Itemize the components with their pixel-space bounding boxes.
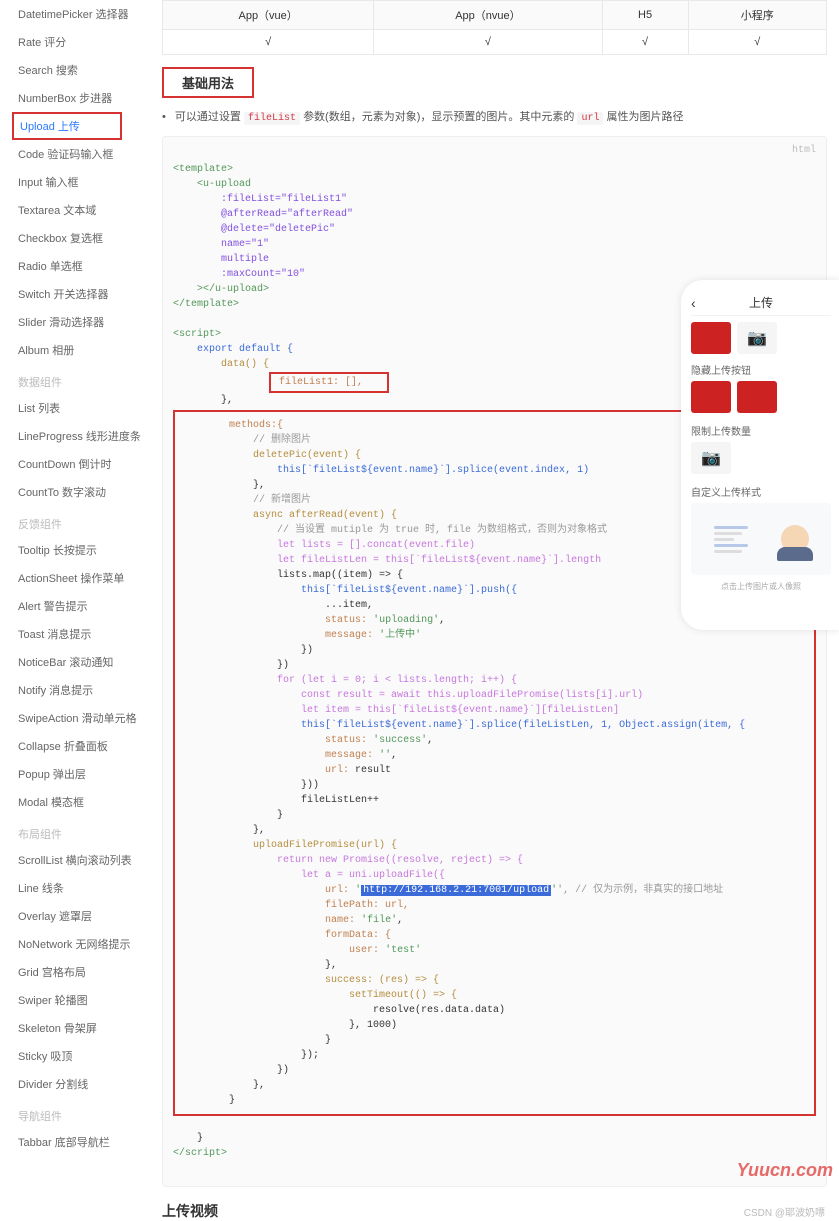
table-header: App（vue） [163,1,374,30]
sidebar-item[interactable]: ActionSheet 操作菜单 [18,564,150,592]
sidebar-item[interactable]: Switch 开关选择器 [18,280,150,308]
phone-label-hide: 隐藏上传按钮 [691,362,831,377]
upload-add-button[interactable]: 📷 [691,442,731,474]
sidebar-item[interactable]: DatetimePicker 选择器 [18,0,150,28]
sidebar-item[interactable]: Line 线条 [18,874,150,902]
sidebar-item[interactable]: Rate 评分 [18,28,150,56]
sidebar-heading: 导航组件 [18,1098,150,1128]
sidebar-item[interactable]: List 列表 [18,394,150,422]
sidebar-item[interactable]: Input 输入框 [18,168,150,196]
platform-support-table: App（vue）App（nvue）H5小程序 √√√√ [162,0,827,55]
custom-upload-caption: 点击上传图片或人像照 [691,581,831,592]
sidebar-item[interactable]: Alert 警告提示 [18,592,150,620]
upload-thumb[interactable] [737,381,777,413]
code-tag-url: url [577,112,603,125]
code-tag-filelist: fileList [244,112,300,125]
table-header: 小程序 [688,1,826,30]
document-icon [714,526,748,553]
phone-label-limit: 限制上传数量 [691,423,831,438]
sidebar-item[interactable]: Toast 消息提示 [18,620,150,648]
sidebar-item[interactable]: Slider 滑动选择器 [18,308,150,336]
sidebar-item[interactable]: NumberBox 步进器 [18,84,150,112]
sidebar-item[interactable]: Sticky 吸顶 [18,1042,150,1070]
sidebar-heading: 反馈组件 [18,506,150,536]
avatar-icon [781,525,809,553]
sidebar-item[interactable]: Textarea 文本域 [18,196,150,224]
description: 可以通过设置 fileList 参数(数组，元素为对象)，显示预置的图片。其中元… [162,108,827,124]
upload-add-button[interactable]: 📷 [737,322,777,354]
sidebar-item[interactable]: Code 验证码输入框 [18,140,150,168]
sidebar-item[interactable]: CountDown 倒计时 [18,450,150,478]
sidebar-item[interactable]: Swiper 轮播图 [18,986,150,1014]
sidebar-item[interactable]: LineProgress 线形进度条 [18,422,150,450]
sidebar-item[interactable]: Tooltip 长按提示 [18,536,150,564]
sidebar-item[interactable]: Skeleton 骨架屏 [18,1014,150,1042]
phone-label-custom: 自定义上传样式 [691,484,831,499]
sidebar-item[interactable]: Notify 消息提示 [18,676,150,704]
sidebar-item[interactable]: Upload 上传 [12,112,122,140]
sidebar: DatetimePicker 选择器Rate 评分Search 搜索Number… [0,0,150,1221]
phone-header: ‹ 上传 [691,290,831,316]
custom-upload-area[interactable] [691,503,831,575]
sidebar-item[interactable]: SwipeAction 滑动单元格 [18,704,150,732]
section-title-basic: 基础用法 [162,67,254,98]
table-cell: √ [374,30,602,55]
sidebar-item[interactable]: Album 相册 [18,336,150,364]
table-cell: √ [688,30,826,55]
sidebar-item[interactable]: Collapse 折叠面板 [18,732,150,760]
highlight-filelist-init: fileList1: [], [269,372,389,393]
phone-preview: ‹ 上传 📷 隐藏上传按钮 限制上传数量 📷 自定 [681,280,839,630]
sidebar-heading: 布局组件 [18,816,150,846]
phone-title: 上传 [749,294,773,311]
csdn-attribution: CSDN @耶波奶嘌 [744,1204,825,1219]
sidebar-item[interactable]: ScrollList 横向滚动列表 [18,846,150,874]
upload-thumb[interactable] [691,322,731,354]
sidebar-item[interactable]: Radio 单选框 [18,252,150,280]
table-cell: √ [602,30,688,55]
table-header: H5 [602,1,688,30]
sidebar-heading: 数据组件 [18,364,150,394]
code-language-label: html [792,143,816,158]
sidebar-item[interactable]: Grid 宫格布局 [18,958,150,986]
sidebar-item[interactable]: Divider 分割线 [18,1070,150,1098]
sidebar-item[interactable]: Overlay 遮罩层 [18,902,150,930]
sidebar-item[interactable]: Search 搜索 [18,56,150,84]
sidebar-item[interactable]: Modal 模态框 [18,788,150,816]
sidebar-item[interactable]: CountTo 数字滚动 [18,478,150,506]
table-header: App（nvue） [374,1,602,30]
back-icon[interactable]: ‹ [691,295,696,311]
table-cell: √ [163,30,374,55]
section-title-video: 上传视频 [162,1201,827,1221]
upload-thumb[interactable] [691,381,731,413]
highlight-upload-url: http://192.168.2.21:7001/upload [361,885,551,896]
main-content: App（vue）App（nvue）H5小程序 √√√√ 基础用法 可以通过设置 … [150,0,839,1221]
sidebar-item[interactable]: NoticeBar 滚动通知 [18,648,150,676]
sidebar-item[interactable]: Popup 弹出层 [18,760,150,788]
sidebar-item[interactable]: NoNetwork 无网络提示 [18,930,150,958]
sidebar-item[interactable]: Checkbox 复选框 [18,224,150,252]
sidebar-item[interactable]: Tabbar 底部导航栏 [18,1128,150,1156]
